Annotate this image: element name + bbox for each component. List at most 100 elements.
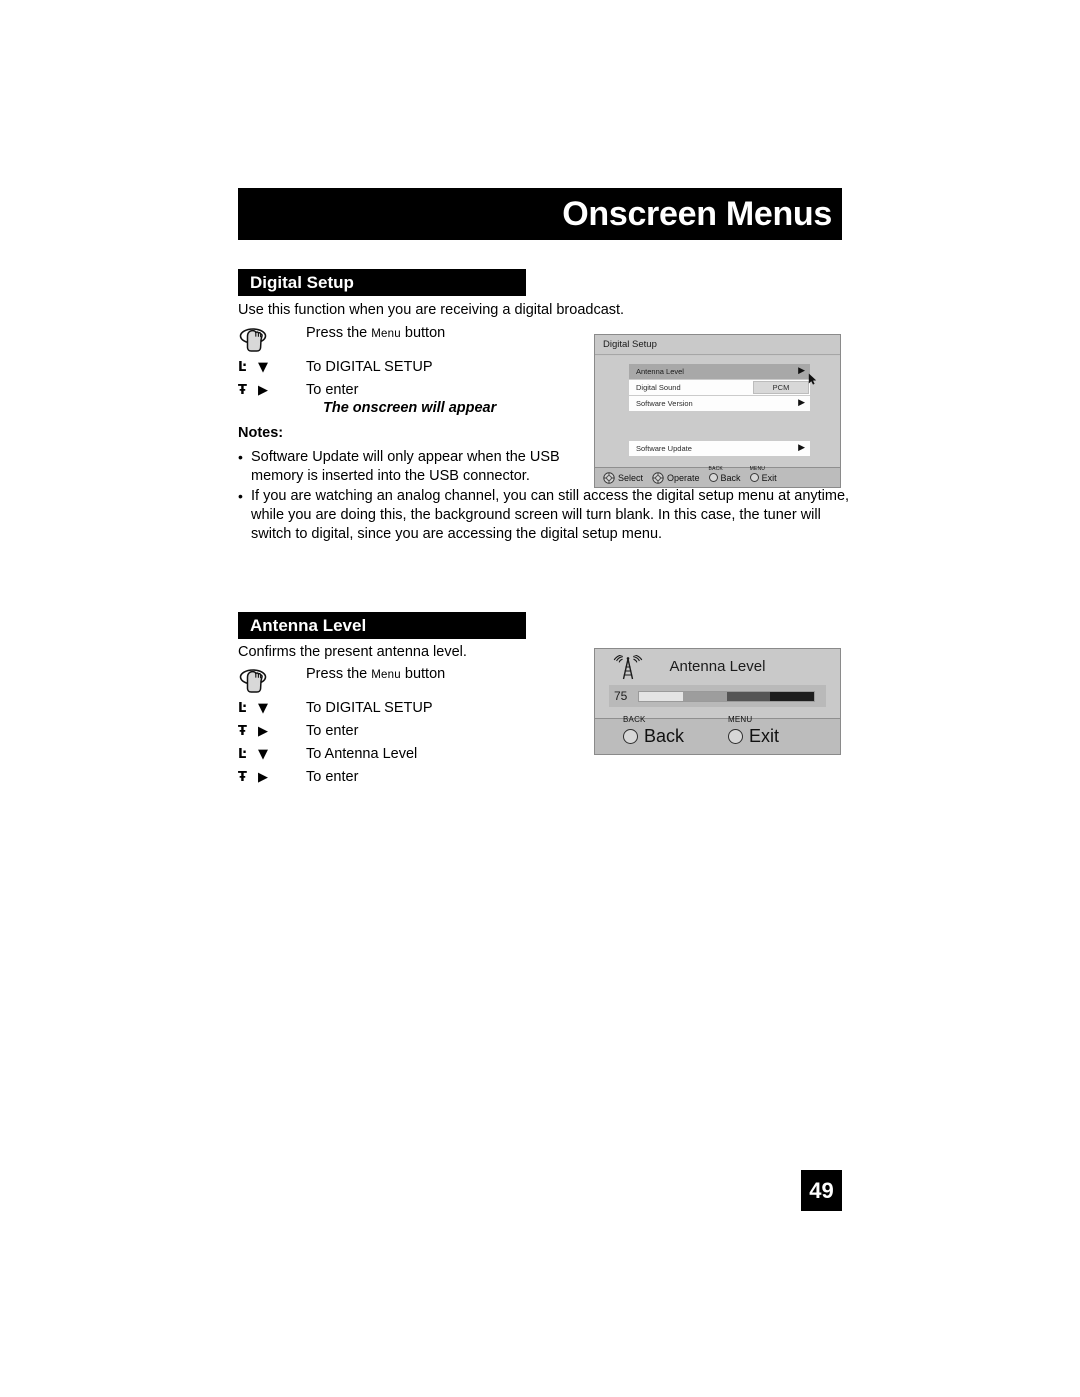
osd-row-antenna-level[interactable]: Antenna Level ▶ xyxy=(629,364,810,379)
intro-text-antenna-level: Confirms the present antenna level. xyxy=(238,644,467,660)
osd-nav-sup-menu: MENU xyxy=(749,465,766,472)
dpad-icon xyxy=(652,471,664,484)
note-item: • If you are watching an analog channel,… xyxy=(238,487,850,544)
step-label-to-enter: To enter xyxy=(306,382,359,399)
step-label-menu-smallcaps: Menu xyxy=(371,328,401,340)
bullet-icon: • xyxy=(238,488,243,504)
osd-nav-label: Exit xyxy=(749,726,780,746)
step-row-to-digital-setup: Ŀ ▼ To DIGITAL SETUP xyxy=(238,356,445,379)
osd-row-label: Software Version xyxy=(636,399,693,408)
step-label-to-enter: To enter xyxy=(306,723,359,740)
hand-press-icon-svg xyxy=(239,328,267,352)
osd-nav-label: Operate xyxy=(667,472,700,483)
down-arrow-icon: Ŀ ▼ xyxy=(238,748,306,761)
page-number-badge: 49 xyxy=(801,1170,842,1211)
step-row-to-enter: Ŧ ▶ To enter xyxy=(238,379,445,402)
hand-press-icon xyxy=(238,326,306,355)
page-title: Onscreen Menus xyxy=(562,194,832,233)
osd-nav-exit[interactable]: MENU Exit xyxy=(749,466,777,483)
step-label-post: button xyxy=(400,666,446,682)
down-arrow-icon: Ŀ ▼ xyxy=(238,702,306,715)
osd-nav-select[interactable]: Select xyxy=(603,471,644,484)
key-down-glyph: Ŀ xyxy=(238,360,247,375)
antenna-level-segment xyxy=(682,691,727,701)
osd-nav-label: Exit xyxy=(761,472,777,483)
osd-nav-exit[interactable]: MENU Exit xyxy=(728,715,780,747)
osd-row-software-version[interactable]: Software Version ▶ xyxy=(629,396,810,411)
osd-antenna-top-panel: Antenna Level 75 xyxy=(595,649,840,719)
right-arrow-icon: Ŧ ▶ xyxy=(238,771,306,784)
step-label-to-enter-2: To enter xyxy=(306,769,359,786)
circle-button-icon xyxy=(728,729,744,744)
chevron-right-icon: ▶ xyxy=(798,398,805,408)
osd-title-digital-setup: Digital Setup xyxy=(595,335,840,355)
step-label-menu-smallcaps: Menu xyxy=(371,669,401,681)
section-header-digital-setup: Digital Setup xyxy=(238,269,526,296)
hand-press-icon xyxy=(238,667,306,696)
circle-button-icon xyxy=(708,473,718,482)
osd-antenna-value: 75 xyxy=(614,689,628,703)
osd-row-software-update[interactable]: Software Update ▶ xyxy=(629,441,810,456)
bullet-icon: • xyxy=(238,449,243,465)
osd-row-label: Digital Sound xyxy=(636,383,681,392)
osd-nav-label: Select xyxy=(618,472,644,483)
step-label-pre: Press the xyxy=(306,325,372,341)
page-header-bar: Onscreen Menus xyxy=(238,188,842,240)
step-label-pre: Press the xyxy=(306,666,372,682)
hand-press-icon-svg xyxy=(239,669,267,693)
osd-nav-sup-back: BACK xyxy=(623,715,646,724)
chevron-right-icon: ▶ xyxy=(798,443,805,453)
key-right-glyph: Ŧ xyxy=(238,770,247,785)
osd-nav-back[interactable]: BACK Back xyxy=(708,466,741,483)
step-row-to-antenna-level: Ŀ ▼ To Antenna Level xyxy=(238,743,445,766)
osd-screenshot-digital-setup: Digital Setup Antenna Level ▶ Digital So… xyxy=(594,334,841,488)
step-label-to-digital-setup: To DIGITAL SETUP xyxy=(306,359,433,376)
onscreen-appear-note: The onscreen will appear xyxy=(323,400,497,416)
osd-nav-bar-antenna-level: BACK Back MENU Exit xyxy=(595,715,840,754)
step-label-press-menu: Press the Menu button xyxy=(306,326,445,341)
osd-nav-sup-back: BACK xyxy=(708,465,723,472)
step-label-press-menu: Press the Menu button xyxy=(306,667,445,682)
antenna-level-segment xyxy=(770,691,814,701)
osd-antenna-meter: 75 xyxy=(609,685,826,707)
osd-nav-back[interactable]: BACK Back xyxy=(623,715,685,747)
triangle-down-icon: ▼ xyxy=(258,360,268,375)
step-row-to-digital-setup: Ŀ ▼ To DIGITAL SETUP xyxy=(238,697,445,720)
chevron-right-icon: ▶ xyxy=(798,366,805,376)
step-label-post: button xyxy=(400,325,446,341)
osd-row-label: Antenna Level xyxy=(636,367,684,376)
osd-screenshot-antenna-level: Antenna Level 75 BACK Back MENU Exit xyxy=(594,648,841,755)
note-text: Software Update will only appear when th… xyxy=(251,449,560,484)
intro-text-digital-setup: Use this function when you are receiving… xyxy=(238,302,625,318)
circle-button-icon xyxy=(623,729,638,744)
key-down-glyph: Ŀ xyxy=(238,701,247,716)
step-row-to-enter: Ŧ ▶ To enter xyxy=(238,720,445,743)
step-label-to-digital-setup: To DIGITAL SETUP xyxy=(306,700,433,717)
osd-row-value-pcm: PCM xyxy=(753,381,809,394)
mouse-cursor-icon xyxy=(808,373,817,385)
right-arrow-icon: Ŧ ▶ xyxy=(238,725,306,738)
section-header-antenna-level: Antenna Level xyxy=(238,612,526,639)
key-right-glyph: Ŧ xyxy=(238,383,247,398)
key-down-glyph: Ŀ xyxy=(238,747,247,762)
dpad-icon xyxy=(603,471,615,484)
section-title-antenna-level: Antenna Level xyxy=(250,615,367,635)
key-right-glyph: Ŧ xyxy=(238,724,247,739)
osd-row-digital-sound[interactable]: Digital Sound PCM xyxy=(629,380,810,395)
notes-label: Notes: xyxy=(238,425,284,441)
note-item: • Software Update will only appear when … xyxy=(238,448,578,486)
step-row-press-menu: Press the Menu button xyxy=(238,326,445,356)
right-arrow-icon: Ŧ ▶ xyxy=(238,384,306,397)
osd-nav-label: Back xyxy=(720,472,741,483)
osd-body-digital-setup: Antenna Level ▶ Digital Sound PCM Softwa… xyxy=(595,356,840,468)
step-row-to-enter-2: Ŧ ▶ To enter xyxy=(238,766,445,789)
triangle-down-icon: ▼ xyxy=(258,747,268,762)
down-arrow-icon: Ŀ ▼ xyxy=(238,361,306,374)
circle-button-icon xyxy=(749,473,759,482)
osd-nav-label: Back xyxy=(644,726,685,746)
osd-nav-operate[interactable]: Operate xyxy=(652,471,700,484)
triangle-right-icon: ▶ xyxy=(258,770,268,785)
steps-list-digital-setup: Press the Menu button Ŀ ▼ To DIGITAL SETU… xyxy=(238,326,445,402)
triangle-right-icon: ▶ xyxy=(258,724,268,739)
osd-nav-bar-digital-setup: Select Operate BACK Back MENU Exit xyxy=(595,466,840,487)
